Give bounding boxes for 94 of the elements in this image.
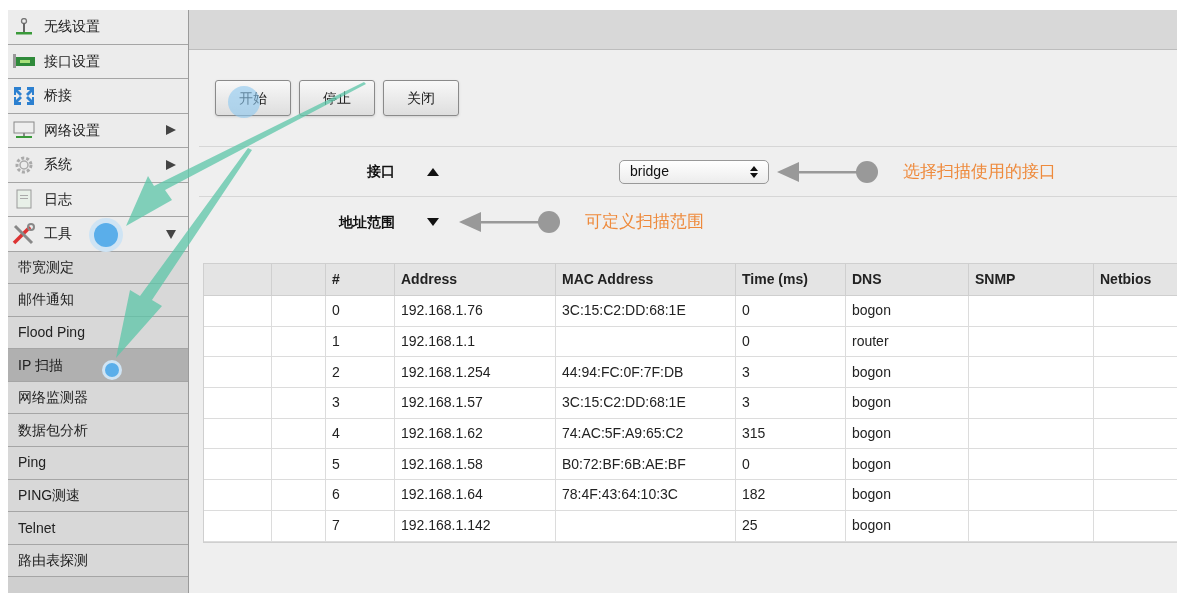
interface-select[interactable]: bridge (619, 159, 769, 184)
toolbar-button[interactable]: 关闭 (383, 80, 459, 116)
table-cell-text: 3C:15:C2:DD:68:1E (562, 393, 686, 413)
sidebar-label: PING测速 (18, 485, 81, 505)
collapse-toggle-icon[interactable] (427, 167, 439, 176)
table-cell-text: 192.168.1.254 (401, 362, 491, 382)
table-cell-text: 25 (742, 516, 758, 536)
sidebar-item[interactable]: PING测速 (8, 479, 188, 513)
click-marker-icon (102, 360, 122, 380)
sidebar-item[interactable]: Ping (8, 447, 188, 480)
stepper-icon (750, 165, 758, 178)
sidebar-item[interactable]: 系统 (8, 148, 188, 183)
sidebar-label: 网络设置 (44, 120, 100, 140)
column-header[interactable]: # (326, 264, 395, 295)
table-cell-text: 192.168.1.64 (401, 485, 483, 505)
table-cell-text: 192.168.1.1 (401, 332, 475, 352)
table-cell-text: bogon (852, 424, 891, 444)
table-cell-text: 192.168.1.76 (401, 301, 483, 321)
table-cell-text: bogon (852, 362, 891, 382)
sidebar-label: 邮件通知 (18, 290, 74, 310)
table-cell-text: bogon (852, 485, 891, 505)
table-cell-text: 74:AC:5F:A9:65:C2 (562, 424, 684, 444)
sidebar-label: IP 扫描 (18, 355, 63, 375)
sidebar-item[interactable]: 接口设置 (8, 44, 188, 79)
table-cell-text: 3 (332, 393, 340, 413)
sidebar-item[interactable]: 桥接 (8, 79, 188, 114)
sidebar-label: 日志 (44, 189, 72, 209)
gear-icon (14, 154, 34, 175)
annotation-text: 选择扫描使用的接口 (903, 160, 1056, 183)
table-cell-text: 3C:15:C2:DD:68:1E (562, 301, 686, 321)
sidebar-label: Ping (18, 453, 47, 473)
document-icon (16, 189, 32, 210)
table-cell-text: 7 (332, 516, 340, 536)
sidebar-label: 桥接 (44, 86, 72, 106)
table-cell-text: 1 (332, 332, 340, 352)
table-cell-text: 3 (742, 393, 750, 413)
setting-label: 接口 (366, 162, 395, 181)
sidebar-label: 系统 (44, 155, 72, 175)
sidebar-label: 网络监测器 (18, 388, 88, 408)
expand-toggle-icon[interactable] (427, 218, 439, 226)
table-cell-text: 315 (742, 424, 766, 444)
table-cell-text: 2 (332, 362, 340, 382)
table-cell-text: 192.168.1.142 (401, 516, 491, 536)
network-card-icon (13, 54, 35, 69)
table-cell-text: 0 (742, 454, 750, 474)
table-cell-text: 5 (332, 454, 340, 474)
toolbar-button[interactable]: 停止 (299, 80, 375, 116)
table-cell-text: 3 (742, 362, 750, 382)
table-cell-text: bogon (852, 301, 891, 321)
table-cell-text: 182 (742, 485, 766, 505)
column-header[interactable]: Time (ms) (736, 264, 846, 295)
table-cell-text: 192.168.1.58 (401, 454, 483, 474)
annotation-text: 可定义扫描范围 (585, 211, 704, 234)
sidebar-label: 带宽测定 (18, 257, 74, 277)
table-cell-text: bogon (852, 393, 891, 413)
sidebar-item[interactable]: IP 扫描 (8, 349, 188, 382)
column-header[interactable]: MAC Address (556, 264, 736, 295)
sidebar-label: Flood Ping (18, 323, 85, 342)
sidebar-label: 路由表探测 (18, 551, 88, 571)
table-cell-text: 4 (332, 424, 340, 444)
table-cell-text: 192.168.1.57 (401, 393, 483, 413)
sidebar-item[interactable]: 网络设置 (8, 113, 188, 148)
tools-icon (12, 222, 36, 245)
monitor-icon (13, 121, 35, 140)
sidebar-item[interactable]: 无线设置 (8, 10, 188, 45)
click-marker-icon (89, 218, 123, 252)
sidebar-item[interactable]: 数据包分析 (8, 414, 188, 448)
table-cell-text: 0 (332, 301, 340, 321)
table-cell-text: 6 (332, 485, 340, 505)
sidebar-label: 工具 (44, 224, 72, 244)
table-cell-text: 44:94:FC:0F:7F:DB (562, 362, 684, 382)
table-cell-text: bogon (852, 516, 891, 536)
table-cell-text: 78:4F:43:64:10:3C (562, 485, 678, 505)
column-header[interactable]: Netbios (1094, 264, 1177, 295)
table-cell-text: bogon (852, 454, 891, 474)
sidebar-label: Telnet (18, 518, 56, 538)
table-cell-text: 0 (742, 332, 750, 352)
column-header[interactable]: SNMP (969, 264, 1094, 295)
bridge-arrows-icon (13, 85, 35, 106)
table-cell-text: router (852, 332, 889, 352)
sidebar-item[interactable]: Telnet (8, 512, 188, 545)
setting-label: 地址范围 (337, 212, 395, 232)
antenna-icon (14, 17, 34, 36)
table-cell-text: 192.168.1.62 (401, 424, 483, 444)
column-header[interactable]: DNS (846, 264, 969, 295)
table-cell-text: B0:72:BF:6B:AE:BF (562, 454, 686, 474)
column-header[interactable]: Address (395, 264, 556, 295)
sidebar-label: 无线设置 (44, 17, 100, 37)
toolbar-button[interactable]: 开始 (215, 80, 291, 116)
sidebar-label: 接口设置 (44, 51, 100, 71)
sidebar-item[interactable]: 路由表探测 (8, 544, 188, 578)
sidebar-item[interactable]: 网络监测器 (8, 381, 188, 415)
table-cell-text: 0 (742, 301, 750, 321)
sidebar-label: 数据包分析 (18, 420, 88, 440)
